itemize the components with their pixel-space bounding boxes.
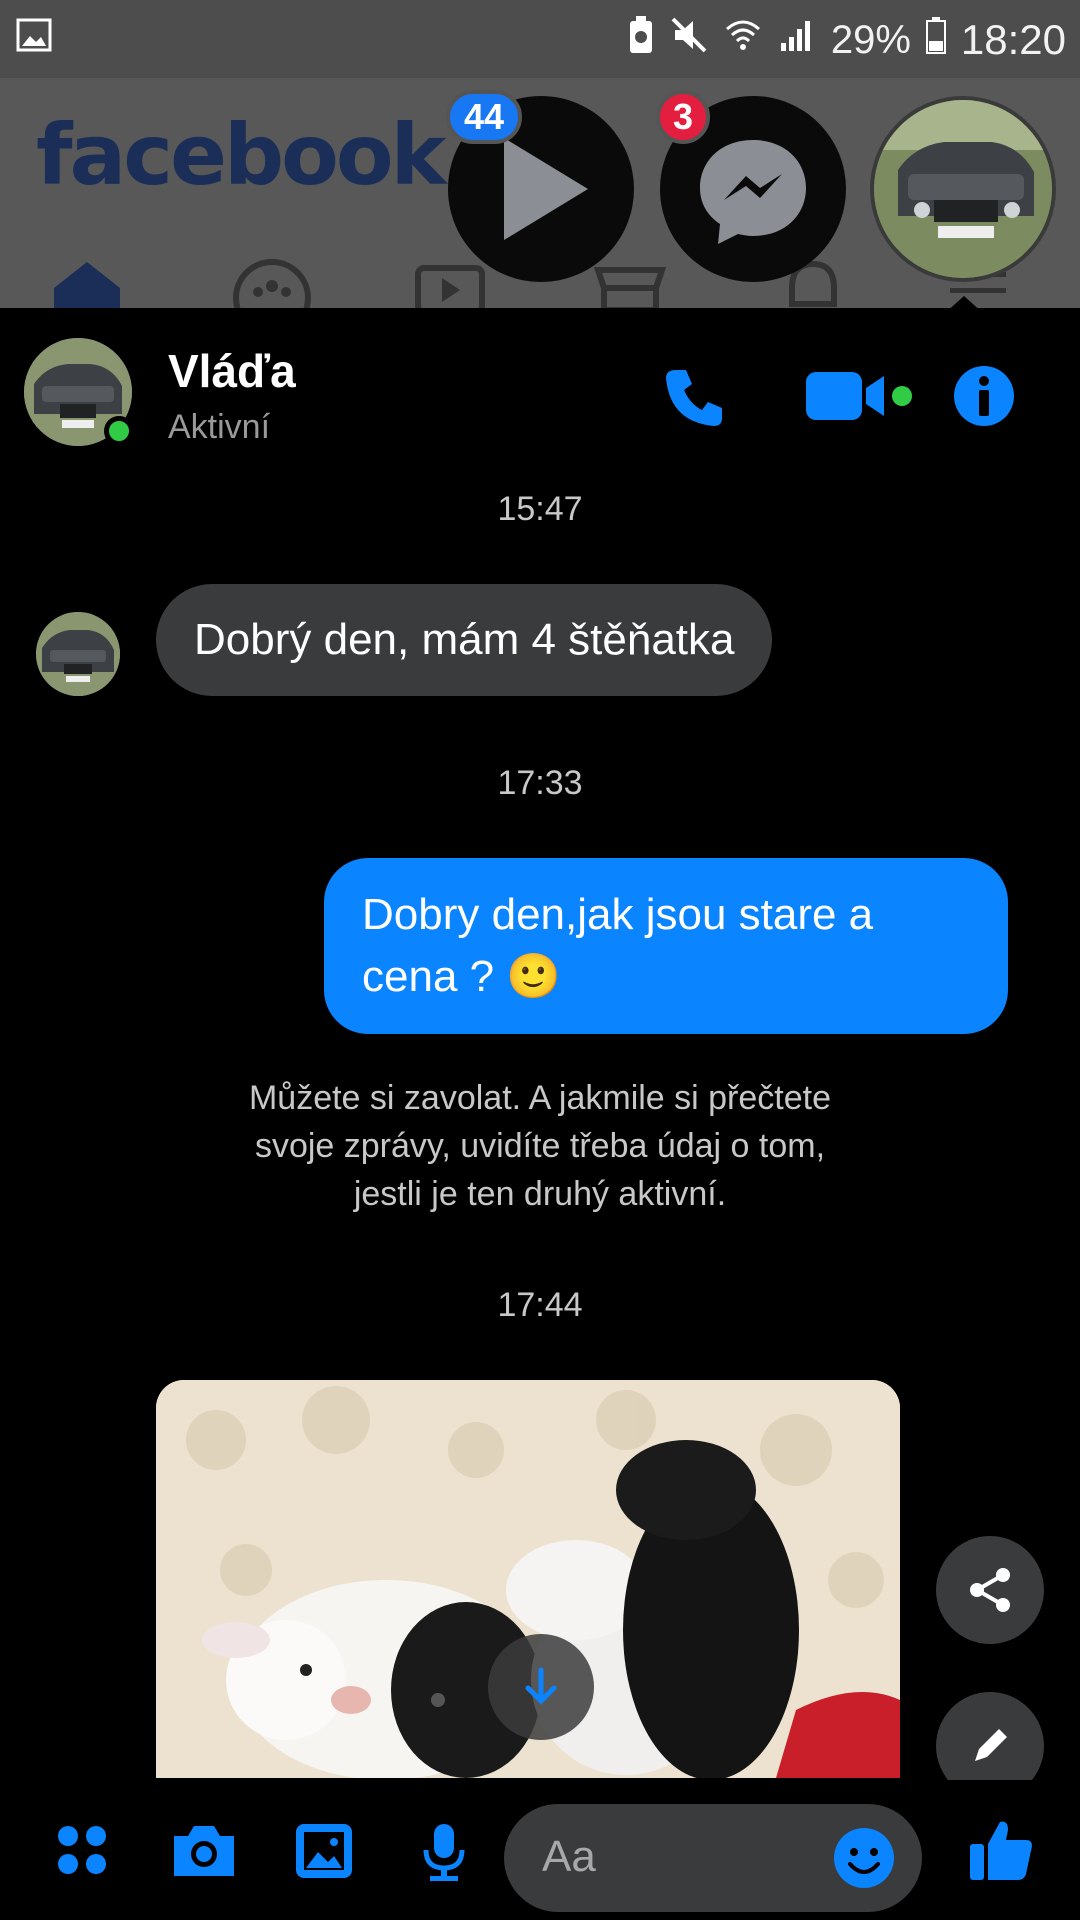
groups-tab-icon[interactable] [232,258,312,337]
message-input[interactable]: Aa [504,1804,922,1912]
share-icon [970,1568,1010,1612]
clock: 18:20 [960,16,1066,63]
contact-name[interactable]: Vláďa [168,344,296,398]
sender-avatar[interactable] [36,612,120,696]
battery-percent: 29% [830,17,911,62]
message-input-placeholder: Aa [542,1832,596,1881]
like-icon[interactable] [966,1816,1036,1889]
outgoing-message[interactable]: Dobry den,jak jsou stare a cena ? 🙂 [324,858,1008,1034]
apps-menu-icon[interactable] [54,1822,110,1883]
car-avatar-image [874,100,1052,278]
wifi-icon [723,15,763,65]
mute-icon [669,15,709,65]
microphone-icon[interactable] [418,1822,470,1887]
car-avatar-image [36,612,120,696]
contact-status: Aktivní [168,408,271,446]
chat-panel: Vláďa Aktivní 15:47 Dobrý den, mám 4 ště… [0,312,1080,1920]
message-composer: Aa [0,1780,1080,1920]
pencil-icon [975,1729,1007,1761]
arrow-down-icon [525,1667,557,1705]
outgoing-message-line: Dobry den,jak jsou stare a [362,890,874,939]
timestamp: 17:33 [497,764,583,802]
info-notice: Můžete si zavolat. A jakmile si přečtete… [248,1079,832,1213]
info-icon[interactable] [952,364,1016,433]
online-indicator [104,416,134,446]
emoji-icon[interactable] [832,1826,896,1895]
battery-icon [925,15,947,65]
gallery-icon[interactable] [294,1822,354,1885]
battery-saver-icon [627,15,655,65]
video-call-icon[interactable] [804,368,914,429]
home-tab-icon[interactable] [50,258,124,313]
signal-icon [777,15,817,65]
timestamp: 15:47 [497,490,583,528]
smile-emoji: 🙂 [506,952,562,1001]
outgoing-message-line: cena ? 🙂 [362,952,562,1001]
download-button[interactable] [488,1634,594,1740]
messenger-badge: 3 [656,90,710,144]
facebook-logo: facebook [36,106,446,204]
status-bar: 29% 18:20 [0,0,1080,78]
gallery-notification-icon [16,18,52,57]
video-badge: 44 [446,90,522,144]
share-button[interactable] [936,1536,1044,1644]
timestamp: 17:44 [497,1286,583,1324]
incoming-message[interactable]: Dobrý den, mám 4 štěňatka [156,584,773,696]
contact-chat-head[interactable] [870,96,1056,282]
camera-icon[interactable] [170,1822,238,1883]
phone-call-icon[interactable] [662,364,728,435]
